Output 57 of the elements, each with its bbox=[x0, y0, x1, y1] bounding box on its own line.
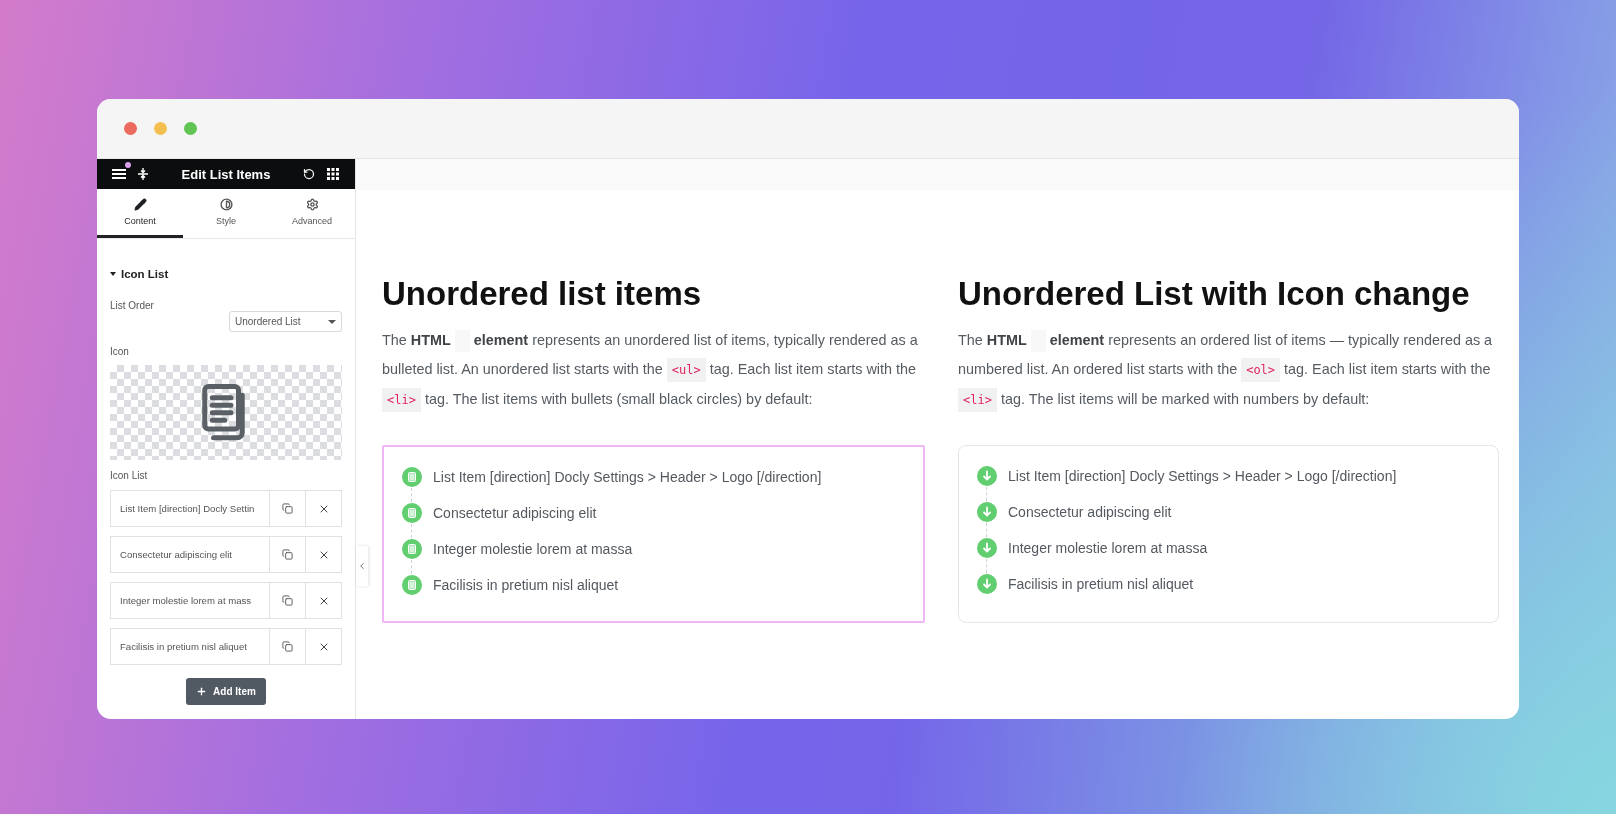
gear-icon bbox=[305, 198, 319, 211]
document-bullet-icon bbox=[402, 539, 422, 559]
item-title[interactable]: Integer molestie lorem at mass bbox=[111, 583, 270, 618]
collapse-handle[interactable] bbox=[356, 546, 368, 586]
list-order-select[interactable]: Unordered List bbox=[229, 311, 342, 332]
copy-icon bbox=[282, 549, 293, 560]
minimize-dot[interactable] bbox=[154, 122, 167, 135]
field-label: List Order bbox=[110, 300, 155, 311]
icon-list-card[interactable]: List Item [direction] Docly Settings > Header > Logo [/direction] Consectetur adipiscing elit Integer molestie lorem at massa Facilisis in pretium nisl aliquet bbox=[958, 445, 1499, 623]
section-heading: Unordered List with Icon change bbox=[958, 274, 1470, 314]
item-title[interactable]: List Item [direction] Docly Settin bbox=[111, 491, 270, 526]
document-bullet-icon bbox=[402, 575, 422, 595]
menu-icon bbox=[111, 167, 127, 181]
down-arrow-bullet-icon bbox=[977, 574, 997, 594]
list-item-text: List Item [direction] Docly Settings > Header > Logo [/direction] bbox=[433, 469, 822, 485]
list-item-text: List Item [direction] Docly Settings > Header > Logo [/direction] bbox=[1008, 468, 1397, 484]
repeater-item[interactable]: List Item [direction] Docly Settin bbox=[110, 490, 342, 527]
field-label: Icon bbox=[110, 346, 130, 357]
section-toggle[interactable]: Icon List bbox=[110, 268, 342, 280]
maximize-dot[interactable] bbox=[184, 122, 197, 135]
repeater-item[interactable]: Facilisis in pretium nisl aliquet bbox=[110, 628, 342, 665]
close-dot[interactable] bbox=[124, 122, 137, 135]
contrast-icon bbox=[219, 198, 233, 211]
document-bullet-icon bbox=[402, 467, 422, 487]
icon-list-card[interactable]: List Item [direction] Docly Settings > Header > Logo [/direction] Consectetur adipiscing elit Integer molestie lorem at massa Facilisis in pretium nisl aliquet bbox=[382, 445, 925, 623]
description-paragraph: The HTML element represents an unordered list of items, typically rendered as a bulleted list. An unordered list starts with the <ul> tag. Each list item starts with the <li> tag. The list items with bullets (small black circles) by default: bbox=[382, 326, 925, 415]
copy-icon bbox=[282, 641, 293, 652]
panel-tab[interactable]: Content bbox=[97, 189, 183, 238]
repeater-item[interactable]: Integer molestie lorem at mass bbox=[110, 582, 342, 619]
item-title[interactable]: Consectetur adipiscing elit bbox=[111, 537, 270, 572]
list-item-text: Consectetur adipiscing elit bbox=[1008, 504, 1172, 520]
list-item-text: Integer molestie lorem at massa bbox=[1008, 540, 1208, 556]
field-label: Icon List bbox=[110, 470, 149, 481]
down-arrow-bullet-icon bbox=[977, 502, 997, 522]
grid-icon bbox=[327, 168, 339, 180]
pencil-icon bbox=[133, 198, 147, 211]
document-bullet-icon bbox=[402, 503, 422, 523]
copy-icon bbox=[282, 595, 293, 606]
list-item-text: Integer molestie lorem at massa bbox=[433, 541, 633, 557]
panel-tab[interactable]: Advanced bbox=[269, 189, 355, 238]
list-item-text: Consectetur adipiscing elit bbox=[433, 505, 597, 521]
collapse-arrows-icon bbox=[137, 167, 149, 181]
copy-icon bbox=[282, 503, 293, 514]
chevron-left-icon bbox=[357, 561, 367, 571]
section-heading: Unordered list items bbox=[382, 274, 702, 314]
add-item-button[interactable]: Add Item bbox=[186, 678, 266, 705]
undo-icon bbox=[303, 168, 315, 180]
item-title[interactable]: Facilisis in pretium nisl aliquet bbox=[111, 629, 270, 664]
panel-title: Edit List Items bbox=[180, 166, 272, 182]
list-item-text: Facilisis in pretium nisl aliquet bbox=[433, 577, 619, 593]
down-arrow-bullet-icon bbox=[977, 466, 997, 486]
down-arrow-bullet-icon bbox=[977, 538, 997, 558]
plus-icon bbox=[196, 686, 208, 697]
repeater-item[interactable]: Consectetur adipiscing elit bbox=[110, 536, 342, 573]
description-paragraph: The HTML element represents an ordered list of items — typically rendered as a numbered list. An ordered list starts with the <ol> tag. Each list item starts with the <li> tag. The list items will be marked with numbers by default: bbox=[958, 326, 1499, 415]
list-item-text: Facilisis in pretium nisl aliquet bbox=[1008, 576, 1194, 592]
panel-tab[interactable]: Style bbox=[183, 189, 269, 238]
